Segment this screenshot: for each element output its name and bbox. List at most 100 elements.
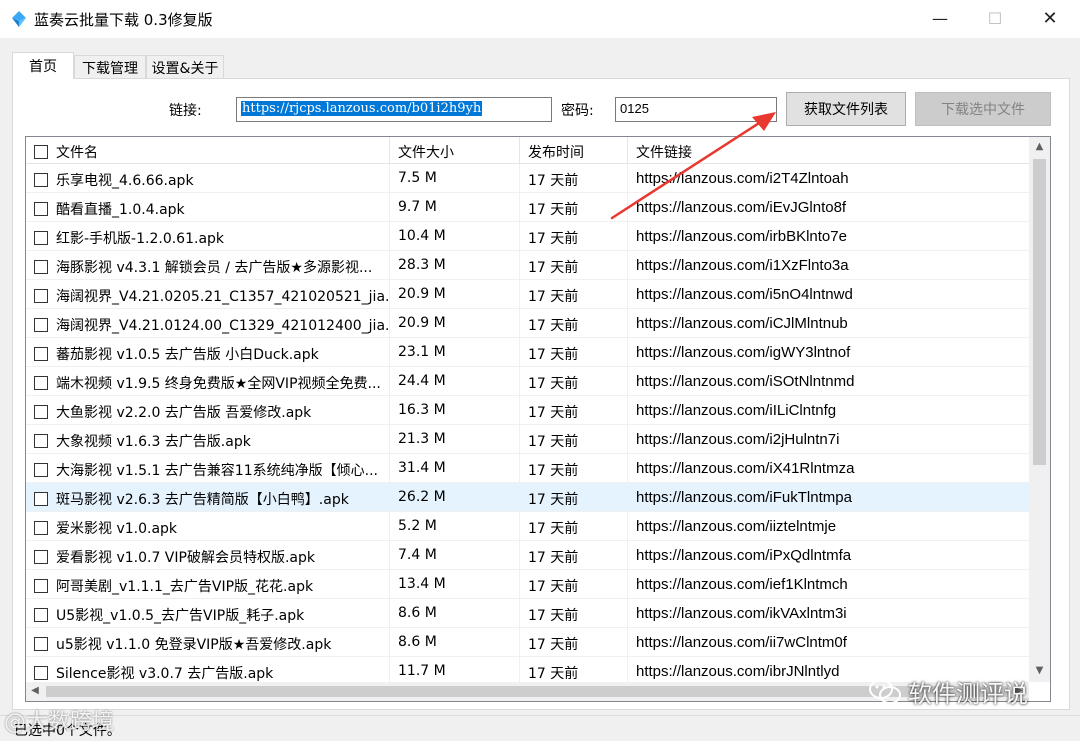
cell-time: 17 天前 — [520, 396, 628, 425]
cell-time: 17 天前 — [520, 570, 628, 599]
row-checkbox[interactable] — [34, 376, 48, 390]
vertical-scroll-thumb[interactable] — [1033, 159, 1046, 465]
row-checkbox[interactable] — [34, 666, 48, 680]
cell-size: 24.4 M — [390, 367, 520, 396]
password-input[interactable]: 0125 — [615, 97, 777, 122]
cell-name: 酷看直播_1.0.4.apk — [26, 193, 390, 222]
table-row[interactable]: 蕃茄影视 v1.0.5 去广告版 小白Duck.apk 23.1 M 17 天前 ht… — [26, 338, 1029, 367]
link-input[interactable]: https://rjcps.lanzous.com/b01i2h9yh — [236, 97, 552, 122]
cell-name: 大鱼影视 v2.2.0 去广告版 吾爱修改.apk — [26, 396, 390, 425]
cell-time: 17 天前 — [520, 454, 628, 483]
file-name: 大鱼影视 v2.2.0 去广告版 吾爱修改.apk — [56, 405, 312, 421]
status-bar: 已选中0个文件。 — [0, 715, 1080, 741]
cell-url: https://lanzous.com/iILiClntnfg — [636, 402, 837, 419]
table-row[interactable]: 海阔视界_V4.21.0205.21_C1357_421020521_jia..… — [26, 280, 1029, 309]
table-row[interactable]: 爱米影视 v1.0.apk 5.2 M 17 天前 https://lanzous.c… — [26, 512, 1029, 541]
cell-name: 爱看影视 v1.0.7 VIP破解会员特权版.apk — [26, 541, 390, 570]
row-checkbox[interactable] — [34, 173, 48, 187]
cell-size: 20.9 M — [390, 309, 520, 338]
row-checkbox[interactable] — [34, 289, 48, 303]
table-row[interactable]: 大象视频 v1.6.3 去广告版.apk 21.3 M 17 天前 https://l… — [26, 425, 1029, 454]
table-row[interactable]: 红影-手机版-1.2.0.61.apk 10.4 M 17 天前 https://la… — [26, 222, 1029, 251]
row-checkbox[interactable] — [34, 521, 48, 535]
horizontal-scroll-thumb[interactable] — [46, 686, 1008, 697]
cell-url: https://lanzous.com/ii7wClntm0f — [636, 634, 847, 651]
table-row[interactable]: u5影视 v1.1.0 免登录VIP版★吾爱修改.apk 8.6 M 17 天前 ht… — [26, 628, 1029, 657]
table-row[interactable]: 大鱼影视 v2.2.0 去广告版 吾爱修改.apk 16.3 M 17 天前 http… — [26, 396, 1029, 425]
scroll-left-icon[interactable]: ◀ — [26, 685, 44, 696]
window-client: 首页 下载管理 设置&关于 链接: https://rjcps.lanzous.… — [0, 38, 1080, 715]
cell-size: 26.2 M — [390, 483, 520, 512]
tab-settings-about[interactable]: 设置&关于 — [146, 55, 224, 78]
password-label: 密码: — [561, 103, 594, 119]
cell-name: 斑马影视 v2.6.3 去广告精简版【小白鸭】.apk — [26, 483, 390, 512]
row-checkbox[interactable] — [34, 637, 48, 651]
download-selected-button[interactable]: 下载选中文件 — [915, 92, 1051, 126]
cell-time: 17 天前 — [520, 164, 628, 193]
table-row[interactable]: 爱看影视 v1.0.7 VIP破解会员特权版.apk 7.4 M 17 天前 http… — [26, 541, 1029, 570]
cell-size: 31.4 M — [390, 454, 520, 483]
cell-time: 17 天前 — [520, 512, 628, 541]
row-checkbox[interactable] — [34, 260, 48, 274]
minimize-button[interactable]: — — [915, 0, 965, 36]
header-name-label: 文件名 — [56, 145, 98, 161]
header-time[interactable]: 发布时间 — [520, 137, 628, 164]
cell-size: 5.2 M — [390, 512, 520, 541]
tab-download-manager[interactable]: 下载管理 — [74, 55, 146, 78]
cell-time: 17 天前 — [520, 222, 628, 251]
cell-size: 16.3 M — [390, 396, 520, 425]
file-name: 红影-手机版-1.2.0.61.apk — [56, 231, 225, 247]
header-url[interactable]: 文件链接 — [628, 137, 1029, 164]
cell-url: https://lanzous.com/iX41Rlntmza — [636, 460, 855, 477]
select-all-checkbox[interactable] — [34, 145, 48, 159]
table-row[interactable]: 斑马影视 v2.6.3 去广告精简版【小白鸭】.apk 26.2 M 17 天前 ht… — [26, 483, 1029, 512]
row-checkbox[interactable] — [34, 347, 48, 361]
table-row[interactable]: 海豚影视 v4.3.1 解锁会员 / 去广告版★多源影视... 28.3 M 17 … — [26, 251, 1029, 280]
table-row[interactable]: 酷看直播_1.0.4.apk 9.7 M 17 天前 https://lanzous.… — [26, 193, 1029, 222]
cell-size: 7.4 M — [390, 541, 520, 570]
header-name[interactable]: 文件名 — [26, 137, 390, 164]
cell-name: 海豚影视 v4.3.1 解锁会员 / 去广告版★多源影视... — [26, 251, 390, 280]
app-logo-icon — [12, 11, 26, 27]
file-name: 蕃茄影视 v1.0.5 去广告版 小白Duck.apk — [56, 347, 319, 363]
row-checkbox[interactable] — [34, 202, 48, 216]
table-row[interactable]: 大海影视 v1.5.1 去广告兼容11系统纯净版【倾心... 31.4 M 17 天… — [26, 454, 1029, 483]
cell-time: 17 天前 — [520, 599, 628, 628]
vertical-scrollbar[interactable]: ▲ ▼ — [1029, 137, 1050, 682]
row-checkbox[interactable] — [34, 318, 48, 332]
cell-size: 20.9 M — [390, 280, 520, 309]
table-row[interactable]: U5影视_v1.0.5_去广告VIP版_耗子.apk 8.6 M 17 天前 http… — [26, 599, 1029, 628]
cell-name: 端木视频 v1.9.5 终身免费版★全网VIP视频全免费... — [26, 367, 390, 396]
cell-name: 大海影视 v1.5.1 去广告兼容11系统纯净版【倾心... — [26, 454, 390, 483]
cell-name: 蕃茄影视 v1.0.5 去广告版 小白Duck.apk — [26, 338, 390, 367]
title-bar: 蓝奏云批量下载 0.3修复版 — ☐ ✕ — [0, 0, 1080, 38]
row-checkbox[interactable] — [34, 608, 48, 622]
cell-url: https://lanzous.com/iPxQdlntmfa — [636, 547, 852, 564]
scroll-down-icon[interactable]: ▼ — [1029, 665, 1050, 676]
table-row[interactable]: 阿哥美剧_v1.1.1_去广告VIP版_花花.apk 13.4 M 17 天前 htt… — [26, 570, 1029, 599]
row-checkbox[interactable] — [34, 405, 48, 419]
maximize-button[interactable]: ☐ — [970, 0, 1020, 36]
close-button[interactable]: ✕ — [1025, 0, 1075, 36]
cell-time: 17 天前 — [520, 280, 628, 309]
table-row[interactable]: 海阔视界_V4.21.0124.00_C1329_421012400_jia..… — [26, 309, 1029, 338]
row-checkbox[interactable] — [34, 434, 48, 448]
file-list: 文件名 文件大小 发布时间 文件链接 乐享电视_4.6.66.apk 7.5 M1… — [25, 136, 1051, 702]
cell-time: 17 天前 — [520, 628, 628, 657]
file-name: 大海影视 v1.5.1 去广告兼容11系统纯净版【倾心... — [56, 463, 378, 479]
row-checkbox[interactable] — [34, 492, 48, 506]
row-checkbox[interactable] — [34, 231, 48, 245]
table-row[interactable]: 乐享电视_4.6.66.apk 7.5 M 17 天前 https://lanzous… — [26, 164, 1029, 193]
cell-time: 17 天前 — [520, 541, 628, 570]
fetch-file-list-button[interactable]: 获取文件列表 — [786, 92, 906, 126]
row-checkbox[interactable] — [34, 463, 48, 477]
scroll-up-icon[interactable]: ▲ — [1029, 141, 1050, 152]
table-row[interactable]: 端木视频 v1.9.5 终身免费版★全网VIP视频全免费... 24.4 M 17 … — [26, 367, 1029, 396]
tab-home[interactable]: 首页 — [12, 52, 74, 79]
row-checkbox[interactable] — [34, 550, 48, 564]
header-size[interactable]: 文件大小 — [390, 137, 520, 164]
link-label: 链接: — [169, 103, 202, 119]
cell-url: https://lanzous.com/irbBKlnto7e — [636, 228, 847, 245]
cell-url: https://lanzous.com/i5nO4lntnwd — [636, 286, 853, 303]
row-checkbox[interactable] — [34, 579, 48, 593]
